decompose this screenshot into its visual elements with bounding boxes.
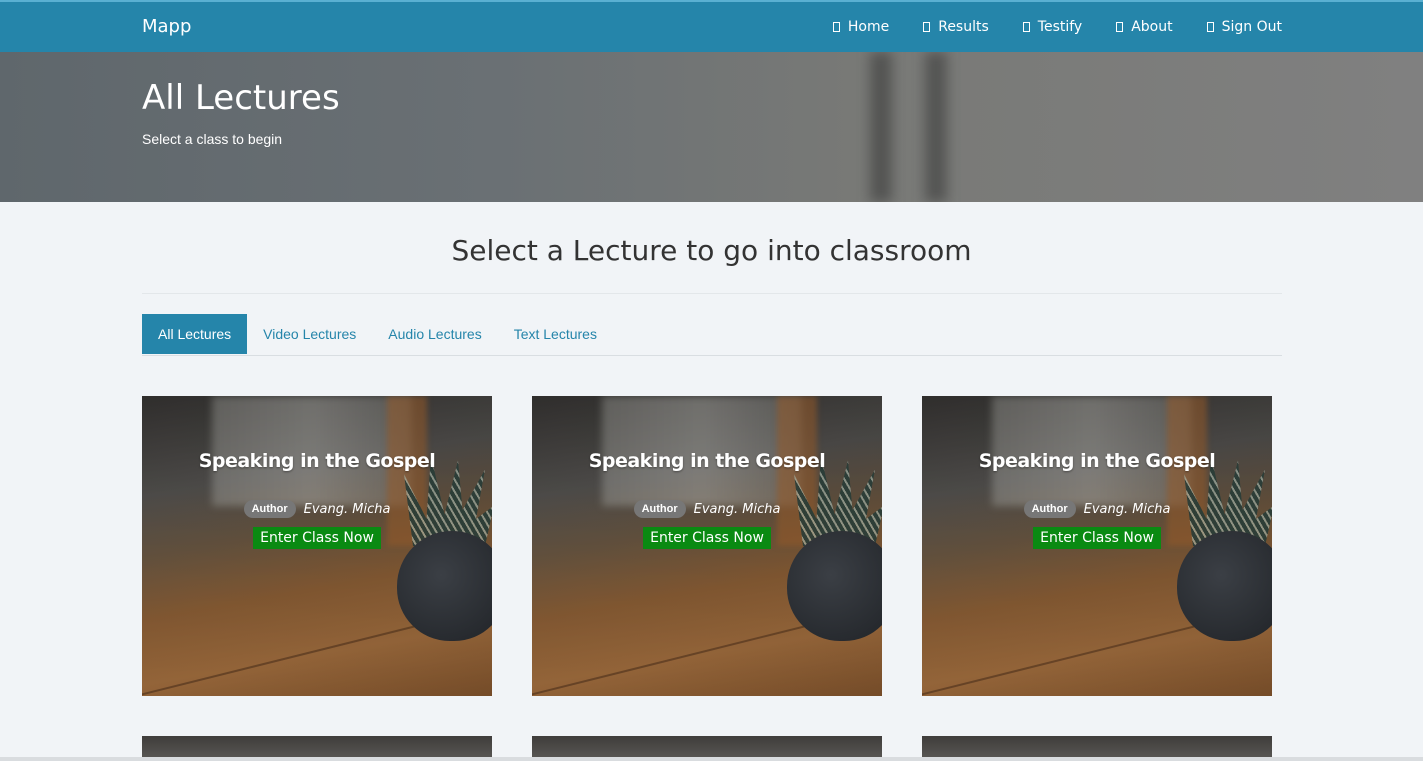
- section-heading: Select a Lecture to go into classroom: [451, 234, 972, 267]
- author-badge: Author: [1023, 500, 1076, 518]
- hero-background-shape: [925, 52, 947, 202]
- testify-icon: [1022, 22, 1030, 32]
- card-meta: Author Evang. Micha: [142, 500, 492, 518]
- tab-video-lectures[interactable]: Video Lectures: [247, 314, 372, 354]
- author-name: Evang. Micha: [693, 501, 781, 517]
- tab-audio-lectures[interactable]: Audio Lectures: [372, 314, 497, 354]
- hero-banner: All Lectures Select a class to begin: [0, 52, 1423, 202]
- card-title: Speaking in the Gospel: [198, 450, 436, 472]
- author-badge: Author: [243, 500, 296, 518]
- card-meta: Author Evang. Micha: [532, 500, 882, 518]
- nav-item-label: About: [1131, 19, 1173, 35]
- lecture-tabs: All Lectures Video Lectures Audio Lectur…: [142, 314, 1282, 356]
- enter-class-button[interactable]: Enter Class Now: [1033, 527, 1161, 549]
- top-navbar: Mapp Home Results Testify About Sign Out: [0, 0, 1423, 52]
- nav-item-testify[interactable]: Testify: [1022, 19, 1083, 35]
- tab-text-lectures[interactable]: Text Lectures: [498, 314, 613, 354]
- enter-class-button[interactable]: Enter Class Now: [253, 527, 381, 549]
- hero-background-shape: [870, 52, 892, 202]
- nav-item-label: Sign Out: [1221, 19, 1282, 35]
- nav-item-home[interactable]: Home: [832, 19, 890, 35]
- enter-class-button[interactable]: Enter Class Now: [643, 527, 771, 549]
- author-name: Evang. Micha: [303, 501, 391, 517]
- about-icon: [1116, 22, 1124, 32]
- card-content: Speaking in the Gospel Author Evang. Mic…: [922, 450, 1272, 549]
- brand-logo[interactable]: Mapp: [142, 16, 191, 37]
- nav-item-results[interactable]: Results: [923, 19, 989, 35]
- nav-item-sign-out[interactable]: Sign Out: [1206, 19, 1282, 35]
- nav-item-about[interactable]: About: [1116, 19, 1173, 35]
- page-title: All Lectures: [142, 78, 340, 118]
- nav-item-label: Home: [847, 19, 890, 35]
- author-name: Evang. Micha: [1083, 501, 1171, 517]
- results-icon: [923, 22, 931, 32]
- card-content: Speaking in the Gospel Author Evang. Mic…: [532, 450, 882, 549]
- lecture-card[interactable]: Speaking in the Gospel Author Evang. Mic…: [142, 396, 492, 696]
- tab-all-lectures[interactable]: All Lectures: [142, 314, 248, 354]
- nav-item-label: Results: [938, 19, 989, 35]
- card-meta: Author Evang. Micha: [922, 500, 1272, 518]
- card-title: Speaking in the Gospel: [588, 450, 826, 472]
- main-nav: Home Results Testify About Sign Out: [832, 2, 1282, 52]
- sign-out-icon: [1206, 22, 1214, 32]
- nav-item-label: Testify: [1037, 19, 1083, 35]
- page-subtitle: Select a class to begin: [142, 131, 283, 147]
- divider: [142, 293, 1282, 294]
- card-title: Speaking in the Gospel: [978, 450, 1216, 472]
- author-badge: Author: [633, 500, 686, 518]
- lecture-card[interactable]: Speaking in the Gospel Author Evang. Mic…: [922, 396, 1272, 696]
- lecture-card[interactable]: Speaking in the Gospel Author Evang. Mic…: [532, 396, 882, 696]
- horizontal-scrollbar[interactable]: [0, 757, 1423, 761]
- card-content: Speaking in the Gospel Author Evang. Mic…: [142, 450, 492, 549]
- home-icon: [832, 22, 840, 32]
